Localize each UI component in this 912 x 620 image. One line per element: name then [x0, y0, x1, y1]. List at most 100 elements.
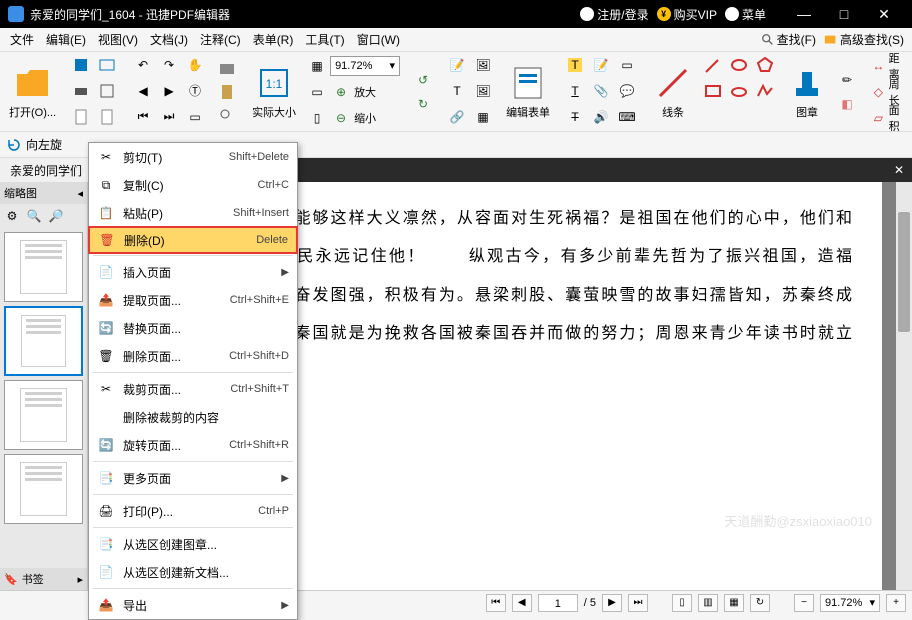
next-button[interactable]: ▶ [158, 80, 180, 102]
facing-view-btn[interactable]: ▦ [724, 594, 744, 612]
prev-button[interactable]: ◀ [132, 80, 154, 102]
undo-button[interactable]: ↶ [132, 54, 154, 76]
menu-edit[interactable]: 编辑(E) [40, 28, 92, 51]
zoom-out-button[interactable]: ⊖ [330, 107, 352, 129]
redo-button[interactable]: ↷ [158, 54, 180, 76]
menu-document[interactable]: 文档(J) [144, 28, 194, 51]
distance-tool-button[interactable]: ↔ [870, 55, 887, 77]
select-text-button[interactable]: Ⓣ [184, 80, 206, 102]
zoom-combo[interactable]: 91.72%▾ [330, 56, 400, 76]
ellipse-tool-button[interactable] [728, 54, 750, 76]
hand-tool-button[interactable]: ✋ [184, 54, 206, 76]
attachment-button[interactable]: 📎 [590, 80, 612, 102]
callout-button[interactable]: 💬 [616, 80, 638, 102]
perimeter-tool-button[interactable]: ◇ [870, 81, 887, 103]
rotate-ccw-button[interactable]: ↺ [412, 69, 434, 91]
actual-size-button[interactable]: 1:1 实际大小 [250, 62, 298, 122]
link-button[interactable]: 🔗 [446, 106, 468, 128]
thumb-options-button[interactable]: ⚙ [2, 206, 22, 226]
rotate-cw-button[interactable]: ↻ [412, 93, 434, 115]
add-text-button[interactable]: T [446, 80, 468, 102]
find-in-page-button[interactable] [216, 105, 238, 127]
eraser-tool-button[interactable]: ◧ [836, 93, 858, 115]
search-button[interactable]: 查找(F) [757, 31, 820, 48]
add-image-button[interactable]: 🖼 [472, 80, 494, 102]
minimize-button[interactable]: ― [784, 0, 824, 28]
text-box-button[interactable]: ▭ [616, 54, 638, 76]
edit-text-button[interactable]: 📝 [446, 54, 468, 76]
zoom-display[interactable]: 91.72%▾ [820, 594, 880, 612]
fit-page-button[interactable]: ▦ [306, 55, 328, 77]
cm-create-doc[interactable]: 📄从选区创建新文档... [89, 558, 297, 586]
thumbnail-page-1[interactable] [4, 232, 83, 302]
cloud-tool-button[interactable] [728, 80, 750, 102]
menu-button[interactable]: 菜单 [725, 6, 766, 23]
menu-file[interactable]: 文件 [4, 28, 40, 51]
bookmarks-panel-button[interactable]: 🔖书签▸ [0, 568, 87, 590]
menu-window[interactable]: 窗口(W) [351, 28, 406, 51]
collapse-icon[interactable]: ◂ [77, 187, 83, 200]
area-tool-button[interactable]: ▱ [870, 107, 887, 129]
polygon-tool-button[interactable] [754, 54, 776, 76]
rotate-view-btn[interactable]: ↻ [750, 594, 770, 612]
email-button[interactable] [96, 54, 118, 76]
close-button[interactable]: ✕ [864, 0, 904, 28]
cm-delete-page[interactable]: 🗑删除页面...Ctrl+Shift+D [89, 342, 297, 370]
highlight-button[interactable]: T [564, 54, 586, 76]
edit-image-button[interactable]: 🖼 [472, 54, 494, 76]
thumbnails-header[interactable]: 缩略图◂ [0, 182, 87, 204]
cm-delete[interactable]: 🗑删除(D)Delete [88, 226, 298, 254]
cm-rotate-page[interactable]: 🔄旋转页面...Ctrl+Shift+R [89, 431, 297, 459]
menu-form[interactable]: 表单(R) [247, 28, 300, 51]
cm-create-chapter[interactable]: 📑从选区创建图章... [89, 530, 297, 558]
cm-print[interactable]: 🖨打印(P)...Ctrl+P [89, 497, 297, 525]
cm-delete-crop[interactable]: 删除被裁剪的内容 [89, 403, 297, 431]
cm-export[interactable]: 📤导出▶ [89, 591, 297, 619]
maximize-button[interactable]: □ [824, 0, 864, 28]
last-page-button[interactable]: ⏭ [158, 106, 180, 128]
cm-more-pages[interactable]: 📑更多页面▶ [89, 464, 297, 492]
arrow-tool-button[interactable] [702, 54, 724, 76]
snapshot-button[interactable] [216, 57, 238, 79]
edit-object-button[interactable]: ▦ [472, 106, 494, 128]
sticky-note-button[interactable]: 📝 [590, 54, 612, 76]
first-page-button[interactable]: ⏮ [132, 106, 154, 128]
sound-button[interactable]: 🔊 [590, 106, 612, 128]
open-button[interactable]: 打开(O)... [7, 62, 58, 122]
typewriter-button[interactable]: ⌨ [616, 106, 638, 128]
menu-tool[interactable]: 工具(T) [299, 28, 350, 51]
continuous-view-btn[interactable]: ▥ [698, 594, 718, 612]
thumb-zoom-in-button[interactable]: 🔍 [24, 206, 44, 226]
prev-page-btn[interactable]: ◀ [512, 594, 532, 612]
cm-crop-page[interactable]: ✂裁剪页面...Ctrl+Shift+T [89, 375, 297, 403]
save-button[interactable] [70, 54, 92, 76]
menu-comment[interactable]: 注释(C) [194, 28, 247, 51]
single-page-view-btn[interactable]: ▯ [672, 594, 692, 612]
buy-vip-button[interactable]: ¥ 购买VIP [657, 6, 717, 23]
thumbnail-page-3[interactable] [4, 380, 83, 450]
next-page-btn[interactable]: ▶ [602, 594, 622, 612]
thumb-zoom-out-button[interactable]: 🔎 [46, 206, 66, 226]
zoom-in-btn[interactable]: + [886, 594, 906, 612]
strikeout-button[interactable]: T [564, 106, 586, 128]
scan-button[interactable] [96, 80, 118, 102]
edit-form-button[interactable]: 编辑表单 [504, 62, 552, 122]
cm-copy[interactable]: ⧉复制(C)Ctrl+C [89, 171, 297, 199]
cm-cut[interactable]: ✂剪切(T)Shift+Delete [89, 143, 297, 171]
underline-button[interactable]: T [564, 80, 586, 102]
select-area-button[interactable]: ▭ [184, 106, 206, 128]
zoom-out-btn[interactable]: − [794, 594, 814, 612]
clipboard-button[interactable] [216, 81, 238, 103]
zoom-in-button[interactable]: ⊕ [330, 81, 352, 103]
menu-view[interactable]: 视图(V) [92, 28, 144, 51]
cm-extract-page[interactable]: 📤提取页面...Ctrl+Shift+E [89, 286, 297, 314]
scrollbar-thumb[interactable] [898, 212, 910, 332]
thumbnail-page-4[interactable] [4, 454, 83, 524]
thumbnail-page-2[interactable] [4, 306, 83, 376]
first-page-btn[interactable]: ⏮ [486, 594, 506, 612]
vertical-scrollbar[interactable] [896, 182, 912, 590]
rectangle-tool-button[interactable] [702, 80, 724, 102]
cm-paste[interactable]: 📋粘贴(P)Shift+Insert [89, 199, 297, 227]
fit-visible-button[interactable]: ▯ [306, 107, 328, 129]
document-tab[interactable]: 亲爱的同学们 [0, 158, 92, 182]
